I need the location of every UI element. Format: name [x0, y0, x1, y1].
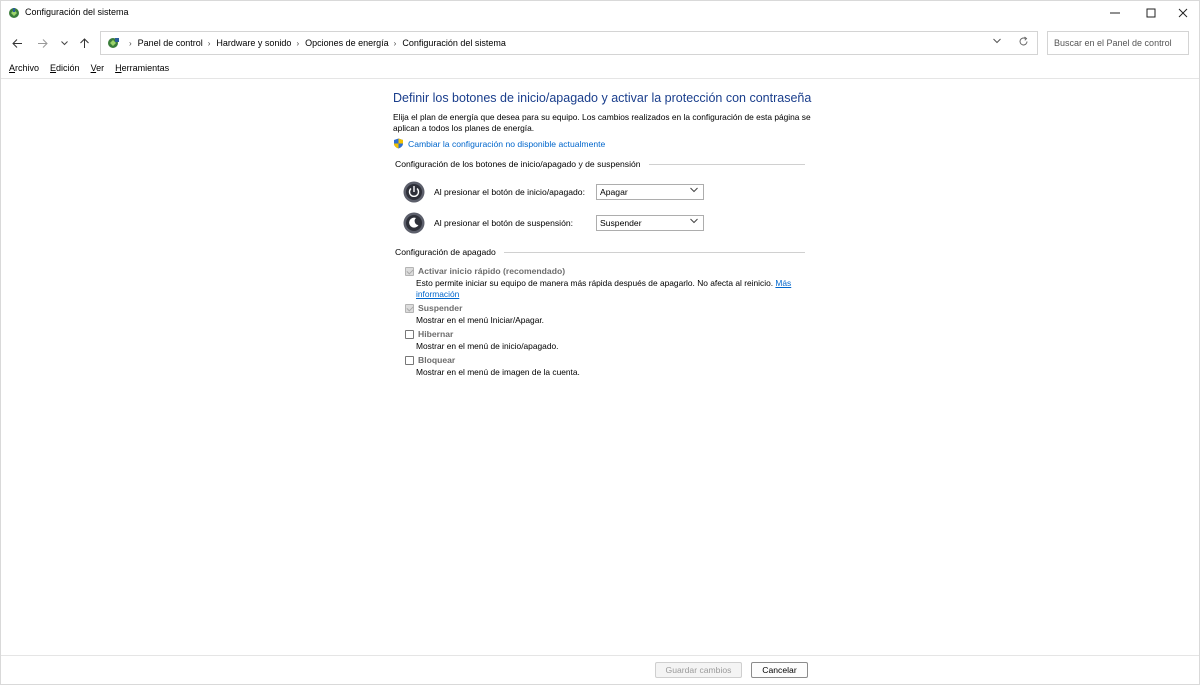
fast-startup-checkbox[interactable] [405, 267, 414, 276]
power-button-selected-value: Apagar [600, 187, 628, 197]
arrow-right-icon [37, 38, 48, 48]
chevron-down-icon [993, 38, 1001, 44]
section-buttons-header: Configuración de los botones de inicio/a… [395, 159, 805, 169]
change-unavailable-settings-link[interactable]: Cambiar la configuración no disponible a… [393, 138, 605, 149]
power-button-icon [403, 181, 425, 203]
sleep-option-label: Suspender [418, 303, 463, 313]
lock-option-description: Mostrar en el menú de imagen de la cuent… [416, 367, 580, 377]
fast-startup-description: Esto permite iniciar su equipo de manera… [416, 278, 791, 288]
maximize-button[interactable] [1133, 1, 1169, 25]
refresh-button[interactable] [1018, 36, 1029, 50]
main-content: Definir los botones de inicio/apagado y … [393, 91, 813, 377]
minimize-button[interactable] [1097, 1, 1133, 25]
hibernate-option-label: Hibernar [418, 329, 454, 339]
close-icon [1178, 8, 1188, 18]
section-buttons-title: Configuración de los botones de inicio/a… [395, 159, 641, 169]
description-line-2: aplican a todos los planes de energía. [393, 123, 535, 133]
menu-edicion-label: dición [56, 63, 80, 73]
description-line-1: Elija el plan de energía que desea para … [393, 112, 811, 122]
sleep-button-select[interactable]: Suspender [596, 215, 704, 231]
up-button[interactable] [75, 34, 93, 52]
sleep-button-selected-value: Suspender [600, 218, 642, 228]
section-shutdown-header: Configuración de apagado [395, 247, 805, 257]
menu-herramientas-label: erramientas [121, 63, 170, 73]
breadcrumb-power-options[interactable]: Opciones de energía [305, 38, 389, 48]
control-panel-icon [108, 38, 119, 48]
chevron-down-icon [690, 187, 698, 195]
control-panel-window: Configuración del sistema › Panel de con… [0, 0, 1200, 685]
more-info-link-continued[interactable]: información [416, 289, 459, 299]
sleep-button-row: Al presionar el botón de suspensión: Sus… [403, 212, 704, 234]
refresh-icon [1019, 36, 1028, 46]
change-link-text[interactable]: Cambiar la configuración no disponible a… [408, 139, 605, 149]
save-changes-button[interactable]: Guardar cambios [655, 662, 742, 678]
menu-ver-label: er [96, 63, 105, 73]
sleep-button-icon [403, 212, 425, 234]
menu-archivo-label: rchivo [15, 63, 40, 73]
menu-ver[interactable]: Ver [91, 63, 105, 78]
title-bar: Configuración del sistema [1, 1, 1199, 25]
search-box[interactable] [1047, 31, 1189, 55]
power-options-app-icon [9, 8, 19, 18]
cancel-button[interactable]: Cancelar [751, 662, 808, 678]
breadcrumb-control-panel[interactable]: Panel de control [138, 38, 203, 48]
hibernate-option-description: Mostrar en el menú de inicio/apagado. [416, 341, 559, 351]
address-bar[interactable]: › Panel de control › Hardware y sonido ›… [100, 31, 1038, 55]
menu-edicion[interactable]: Edición [50, 63, 80, 78]
power-button-row: Al presionar el botón de inicio/apagado:… [403, 181, 704, 203]
chevron-down-icon [60, 40, 68, 45]
power-button-select[interactable]: Apagar [596, 184, 704, 200]
window-title: Configuración del sistema [25, 7, 129, 17]
arrow-left-icon [11, 38, 22, 48]
sleep-checkbox[interactable] [405, 304, 414, 313]
menu-archivo[interactable]: Archivo [9, 63, 39, 78]
lock-option-label: Bloquear [418, 355, 456, 365]
menu-herramientas[interactable]: Herramientas [115, 63, 169, 78]
breadcrumb-hardware-sound[interactable]: Hardware y sonido [216, 38, 291, 48]
menu-divider [1, 78, 1199, 79]
more-info-link[interactable]: Más [775, 278, 791, 288]
forward-button[interactable] [33, 34, 51, 52]
fast-startup-label: Activar inicio rápido (recomendado) [418, 266, 566, 276]
chevron-right-icon[interactable]: › [394, 39, 397, 48]
uac-shield-icon [394, 138, 403, 149]
maximize-icon [1146, 8, 1156, 18]
arrow-up-icon [79, 37, 89, 48]
lock-checkbox[interactable] [405, 356, 414, 365]
sleep-button-label: Al presionar el botón de suspensión: [434, 218, 574, 228]
page-description: Elija el plan de energía que desea para … [393, 112, 813, 134]
section-shutdown-title: Configuración de apagado [395, 247, 496, 257]
navigation-bar: › Panel de control › Hardware y sonido ›… [1, 28, 1199, 58]
breadcrumb: › Panel de control › Hardware y sonido ›… [124, 38, 506, 48]
address-history-button[interactable] [993, 37, 1001, 46]
section-divider [503, 251, 805, 253]
breadcrumb-system-settings[interactable]: Configuración del sistema [402, 38, 506, 48]
recent-locations-button[interactable] [55, 34, 73, 52]
close-button[interactable] [1165, 1, 1200, 25]
search-input[interactable] [1048, 32, 1188, 54]
chevron-right-icon[interactable]: › [296, 39, 299, 48]
menu-bar: Archivo Edición Ver Herramientas [1, 63, 1199, 78]
page-title: Definir los botones de inicio/apagado y … [393, 91, 812, 105]
chevron-right-icon: › [129, 38, 132, 48]
sleep-option-description: Mostrar en el menú Iniciar/Apagar. [416, 315, 545, 325]
section-divider [648, 163, 805, 165]
minimize-icon [1110, 12, 1120, 14]
back-button[interactable] [8, 34, 26, 52]
footer-divider [1, 655, 1199, 656]
fast-startup-desc-text: Esto permite iniciar su equipo de manera… [416, 278, 774, 288]
hibernate-checkbox[interactable] [405, 330, 414, 339]
chevron-down-icon [690, 218, 698, 226]
power-button-label: Al presionar el botón de inicio/apagado: [434, 187, 585, 197]
chevron-right-icon[interactable]: › [208, 39, 211, 48]
